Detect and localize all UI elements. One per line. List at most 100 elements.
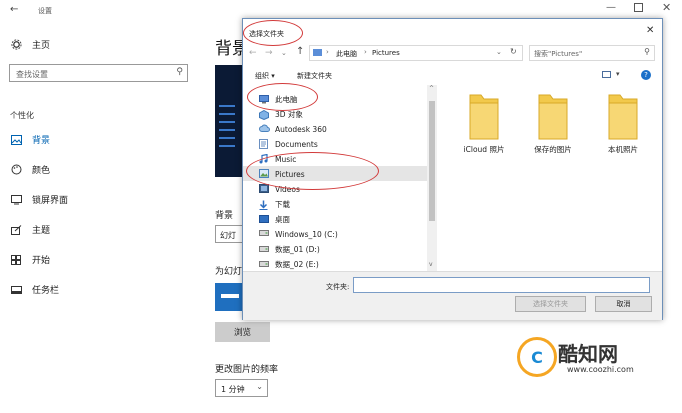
address-computer-icon	[313, 49, 322, 56]
home-label: 主页	[32, 41, 51, 51]
nav-item-label: 锁屏界面	[32, 196, 69, 206]
nav-item-5[interactable]: 任务栏	[10, 283, 59, 296]
tree-item[interactable]: Documents	[259, 139, 318, 149]
section-heading: 个性化	[10, 111, 34, 120]
theme-icon	[10, 224, 22, 236]
nav-item-3[interactable]: 主题	[10, 223, 50, 236]
desktop-preview	[215, 65, 245, 177]
desktop-icon	[259, 214, 269, 225]
cancel-button[interactable]: 取消	[595, 296, 652, 312]
3d-objects-icon	[259, 109, 269, 120]
breadcrumb-sep-icon: ›	[364, 48, 367, 56]
tree-item-label: Windows_10 (C:)	[275, 229, 338, 239]
dialog-close-button[interactable]: ✕	[646, 25, 654, 36]
lock-screen-icon	[10, 194, 22, 206]
image-icon	[10, 134, 22, 146]
videos-icon	[259, 184, 269, 194]
annotation-ring-title	[243, 20, 303, 46]
nav-item-4[interactable]: 开始	[10, 253, 50, 266]
watermark-logo-icon: C	[531, 347, 543, 367]
folder-item[interactable]: iCloud 照片	[449, 91, 519, 155]
dialog-search-input[interactable]: 搜索"Pictures" ⚲	[529, 45, 655, 61]
documents-icon	[259, 139, 269, 149]
breadcrumb-sep-icon: ›	[326, 48, 329, 56]
gear-icon	[10, 39, 22, 51]
close-button[interactable]: ✕	[662, 1, 671, 14]
browse-button-label: 浏览	[233, 328, 251, 338]
cancel-label: 取消	[616, 300, 631, 308]
folder-item[interactable]: 保存的图片	[518, 91, 588, 155]
background-dropdown[interactable]: 幻灯	[215, 225, 245, 243]
folder-label: iCloud 照片	[463, 145, 505, 154]
tree-item-label: 桌面	[275, 215, 290, 224]
new-folder-button[interactable]: 新建文件夹	[297, 71, 332, 81]
frequency-label: 更改图片的频率	[215, 365, 279, 375]
tree-item[interactable]: 数据_01 (D:)	[259, 244, 320, 255]
start-icon	[10, 254, 22, 266]
drive-icon	[259, 260, 269, 270]
breadcrumb-this-pc[interactable]: 此电脑	[336, 49, 357, 59]
folder-icon	[467, 91, 501, 141]
dialog-search-placeholder: 搜索"Pictures"	[534, 50, 583, 58]
breadcrumb-pictures[interactable]: Pictures	[372, 49, 400, 57]
nav-item-0[interactable]: 背景	[10, 133, 50, 146]
folder-item[interactable]: 本机照片	[588, 91, 658, 155]
nav-item-1[interactable]: 颜色	[10, 163, 50, 176]
dialog-search-icon: ⚲	[644, 47, 650, 56]
window-title: 设置	[38, 7, 52, 15]
home-link[interactable]: 主页	[10, 38, 50, 51]
folder-field-label: 文件夹:	[326, 283, 350, 291]
search-icon: ⚲	[176, 67, 183, 77]
chevron-down-icon: ⌄	[256, 382, 263, 391]
nav-item-label: 主题	[32, 226, 51, 236]
tree-item[interactable]: Windows_10 (C:)	[259, 229, 338, 239]
tree-item[interactable]: 下载	[259, 199, 290, 210]
select-folder-button[interactable]: 选择文件夹	[515, 296, 586, 312]
tree-item-label: 数据_01 (D:)	[275, 245, 320, 254]
search-placeholder: 查找设置	[16, 70, 48, 79]
back-arrow-icon[interactable]: ←	[10, 4, 18, 15]
album-thumbnail	[215, 283, 245, 311]
nav-item-label: 任务栏	[32, 286, 60, 296]
nav-item-label: 开始	[32, 256, 51, 266]
watermark-url: www.coozhi.com	[567, 365, 634, 374]
view-options-icon[interactable]	[602, 71, 611, 78]
back-nav-icon[interactable]: ←	[249, 48, 257, 58]
tree-item[interactable]: Autodesk 360	[259, 124, 327, 134]
address-dropdown-icon[interactable]: ⌄	[496, 48, 502, 56]
annotation-ring-this-pc	[247, 83, 318, 111]
cloud-icon	[259, 124, 270, 134]
maximize-button[interactable]	[634, 3, 643, 12]
folder-name-input[interactable]	[353, 277, 650, 293]
frequency-dropdown[interactable]: 1 分钟 ⌄	[215, 379, 268, 397]
drive-icon	[259, 245, 269, 255]
folder-icon	[606, 91, 640, 141]
history-dropdown-icon[interactable]: ⌄	[281, 49, 287, 57]
address-bar[interactable]: › 此电脑 › Pictures ⌄ ↻	[309, 45, 523, 61]
tree-item-label: Autodesk 360	[275, 124, 327, 134]
view-dropdown-icon[interactable]: ▾	[616, 70, 620, 78]
nav-item-label: 颜色	[32, 166, 51, 176]
select-folder-label: 选择文件夹	[533, 300, 568, 308]
search-input[interactable]: 查找设置 ⚲	[9, 64, 188, 82]
up-folder-icon[interactable]: ↑	[296, 46, 304, 57]
minimize-button[interactable]: —	[606, 2, 616, 13]
folder-label: 本机照片	[608, 145, 638, 154]
browse-button[interactable]: 浏览	[215, 322, 270, 342]
tree-scrollbar[interactable]: ^ v	[427, 85, 437, 271]
nav-item-2[interactable]: 锁屏界面	[10, 193, 68, 206]
refresh-icon[interactable]: ↻	[510, 47, 517, 56]
tree-item[interactable]: 桌面	[259, 214, 290, 225]
tree-item[interactable]: 数据_02 (E:)	[259, 259, 319, 270]
help-icon[interactable]: ?	[641, 70, 651, 80]
annotation-ring-pictures	[246, 152, 379, 190]
forward-nav-icon[interactable]: →	[265, 48, 273, 58]
download-icon	[259, 200, 269, 210]
drive-icon	[259, 229, 269, 239]
folder-icon	[536, 91, 570, 141]
album-label: 为幻灯	[215, 267, 243, 277]
taskbar-icon	[10, 284, 22, 296]
tree-item-label: 数据_02 (E:)	[275, 260, 319, 269]
nav-item-label: 背景	[32, 136, 51, 146]
organize-menu[interactable]: 组织 ▾	[255, 71, 275, 81]
